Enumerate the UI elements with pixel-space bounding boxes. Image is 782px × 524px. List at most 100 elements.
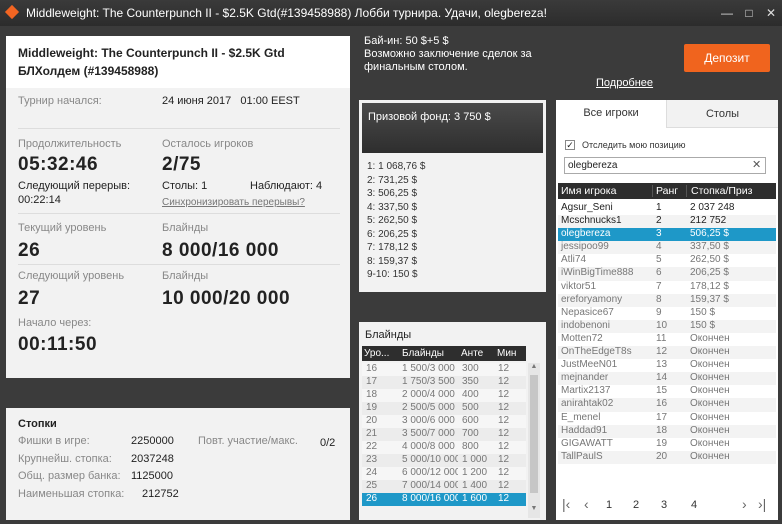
player-stack: 2 037 248	[690, 202, 735, 213]
track-checkbox[interactable]: ✓	[565, 140, 575, 150]
player-row[interactable]: Mcschnucks1 2 212 752	[558, 215, 776, 229]
sync-breaks-link[interactable]: Синхронизировать перерывы?	[162, 197, 305, 208]
blinds-row[interactable]: 20 3 000/6 000 600 12	[362, 415, 526, 428]
blinds-minutes: 12	[498, 454, 510, 465]
tab-tables[interactable]: Столы	[666, 100, 778, 128]
player-name: E_menel	[561, 411, 601, 423]
player-rank: 20	[656, 450, 668, 462]
page-2[interactable]: 2	[633, 499, 639, 511]
scroll-thumb[interactable]	[530, 375, 538, 493]
player-row[interactable]: jessipoo99 4 337,50 $	[558, 241, 776, 255]
col-player-name[interactable]: Имя игрока	[558, 185, 652, 197]
player-stack: Окончен	[690, 346, 730, 358]
blinds-scrollbar[interactable]: ▲ ▼	[528, 363, 540, 518]
blinds-col-min[interactable]: Мин	[494, 348, 526, 359]
player-name: OnTheEdgeT8s	[561, 346, 632, 358]
player-row[interactable]: GIGAWATT 19 Окончен	[558, 437, 776, 451]
blinds-col-ante[interactable]: Анте	[458, 348, 494, 359]
player-row[interactable]: OnTheEdgeT8s 12 Окончен	[558, 346, 776, 360]
player-row[interactable]: Haddad91 18 Окончен	[558, 424, 776, 438]
player-stack: 337,50 $	[690, 241, 729, 253]
player-row[interactable]: indobenoni 10 150 $	[558, 319, 776, 333]
page-3[interactable]: 3	[661, 499, 667, 511]
blinds-value: 1 500/3 000	[402, 363, 455, 374]
next-page-icon[interactable]: ›	[742, 496, 747, 512]
blinds-row[interactable]: 22 4 000/8 000 800 12	[362, 441, 526, 454]
scroll-up-icon[interactable]: ▲	[528, 363, 540, 373]
clear-search-icon[interactable]: ✕	[752, 158, 761, 171]
page-1[interactable]: 1	[606, 499, 612, 511]
blinds-col-blinds[interactable]: Блайнды	[398, 348, 458, 359]
prize-row: 8: 159,37 $	[367, 255, 418, 267]
close-button[interactable]: ✕	[760, 6, 782, 20]
blinds-row[interactable]: 18 2 000/4 000 400 12	[362, 389, 526, 402]
page-4[interactable]: 4	[691, 499, 697, 511]
prize-row: 5: 262,50 $	[367, 215, 418, 226]
maximize-button[interactable]: □	[738, 6, 760, 20]
player-search-input[interactable]: olegbereza	[564, 157, 766, 174]
more-info-link[interactable]: Подробнее	[596, 77, 653, 89]
blinds-row[interactable]: 19 2 500/5 000 500 12	[362, 402, 526, 415]
player-row[interactable]: iWinBigTime888 6 206,25 $	[558, 267, 776, 281]
player-name: Agsur_Seni	[561, 202, 613, 213]
current-level-value: 26	[18, 240, 41, 261]
player-row[interactable]: TallPaulS 20 Окончен	[558, 450, 776, 464]
window-title: Middleweight: The Counterpunch II - $2.5…	[26, 6, 547, 20]
current-level-label: Текущий уровень	[18, 222, 107, 234]
player-row[interactable]: ereforyamony 8 159,37 $	[558, 293, 776, 307]
rebuy-value: 0/2	[320, 437, 336, 449]
blinds-panel: Блайнды Уро... Блайнды Анте Мин 16 1 500/…	[359, 322, 546, 520]
blinds-row[interactable]: 21 3 500/7 000 700 12	[362, 428, 526, 441]
blinds-row[interactable]: 17 1 750/3 500 350 12	[362, 376, 526, 389]
player-row[interactable]: Agsur_Seni 1 2 037 248	[558, 202, 776, 216]
prize-pool-panel: Призовой фонд: 3 750 $ 1: 1 068,76 $ 2: 7…	[359, 100, 546, 292]
player-row[interactable]: anirahtak02 16 Окончен	[558, 398, 776, 412]
blinds-row[interactable]: 25 7 000/14 000 1 400 12	[362, 480, 526, 493]
player-row[interactable]: Martix2137 15 Окончен	[558, 385, 776, 399]
blinds-level: 18	[366, 389, 378, 400]
blinds-row[interactable]: 16 1 500/3 000 300 12	[362, 363, 526, 376]
player-row[interactable]: mejnander 14 Окончен	[558, 372, 776, 386]
scroll-down-icon[interactable]: ▼	[528, 505, 540, 515]
blinds-col-level[interactable]: Уро...	[362, 348, 398, 359]
col-rank[interactable]: Ранг	[652, 185, 686, 197]
player-stack: 178,12 $	[690, 280, 729, 292]
blinds-value: 4 000/8 000	[402, 441, 455, 452]
blinds-minutes: 12	[498, 441, 510, 452]
player-rank: 18	[656, 424, 668, 436]
started-value: 24 июня 2017 01:00 EEST	[162, 95, 300, 107]
deposit-button[interactable]: Депозит	[684, 44, 770, 72]
player-row[interactable]: E_menel 17 Окончен	[558, 411, 776, 425]
player-stack: 212 752	[690, 215, 727, 227]
player-row[interactable]: viktor51 7 178,12 $	[558, 280, 776, 294]
player-row[interactable]: Atli74 5 262,50 $	[558, 254, 776, 268]
prize-row: 7: 178,12 $	[367, 242, 418, 253]
first-page-icon[interactable]: |‹	[562, 496, 570, 512]
player-row[interactable]: olegbereza 3 506,25 $	[558, 228, 776, 242]
current-blinds-label: Блайнды	[162, 222, 209, 234]
blinds-ante: 1 000	[462, 454, 488, 465]
player-row[interactable]: Motten72 11 Окончен	[558, 332, 776, 347]
tab-all-players[interactable]: Все игроки	[556, 100, 666, 128]
prev-page-icon[interactable]: ‹	[584, 496, 589, 512]
player-stack: 506,25 $	[690, 228, 729, 240]
blinds-row[interactable]: 23 5 000/10 000 1 000 12	[362, 454, 526, 467]
player-row[interactable]: JustMeeN01 13 Окончен	[558, 359, 776, 373]
minimize-button[interactable]: —	[716, 6, 738, 20]
last-page-icon[interactable]: ›|	[758, 496, 766, 512]
buyin-info: Бай-ин: 50 $+5 $ Возможно заключение сде…	[364, 35, 532, 74]
blinds-minutes: 12	[498, 376, 510, 387]
player-row[interactable]: Nepasice67 9 150 $	[558, 306, 776, 320]
blinds-minutes: 12	[498, 389, 510, 400]
blinds-minutes: 12	[498, 402, 510, 413]
col-stack-prize[interactable]: Стопка/Приз	[686, 185, 776, 197]
player-stack: Окончен	[690, 332, 730, 344]
blinds-row[interactable]: 24 6 000/12 000 1 200 12	[362, 467, 526, 480]
blinds-level: 23	[366, 454, 378, 465]
blinds-row[interactable]: 26 8 000/16 000 1 600 12	[362, 493, 526, 506]
player-rank: 1	[656, 202, 662, 213]
blinds-minutes: 12	[498, 428, 510, 439]
prize-row: 4: 337,50 $	[367, 201, 418, 213]
player-rank: 7	[656, 280, 662, 292]
blinds-level: 26	[366, 493, 378, 504]
